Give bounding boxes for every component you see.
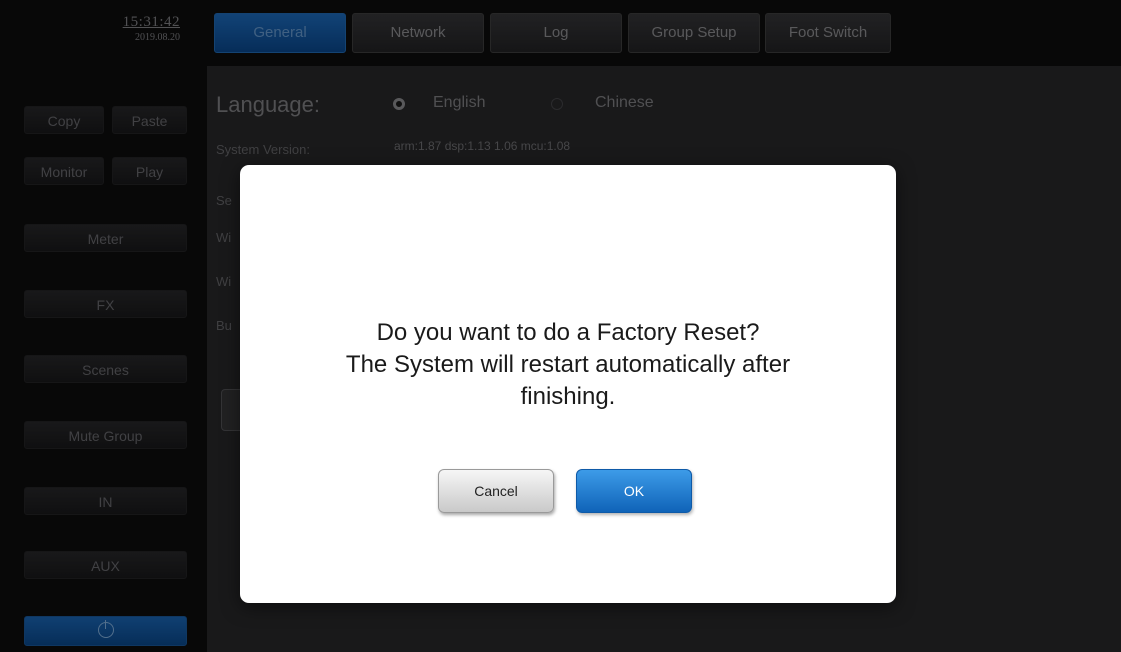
dialog-message-line-3: finishing. [520, 383, 616, 410]
dialog-message-line-1: Do you want to do a Factory Reset? [376, 319, 760, 346]
cancel-button[interactable]: Cancel [438, 469, 554, 513]
ok-button[interactable]: OK [576, 469, 692, 513]
dialog-message-line-2: The System will restart automatically af… [345, 351, 791, 378]
factory-reset-dialog: Do you want to do a Factory Reset? The S… [240, 165, 896, 603]
dialog-message: Do you want to do a Factory Reset? The S… [260, 317, 876, 413]
